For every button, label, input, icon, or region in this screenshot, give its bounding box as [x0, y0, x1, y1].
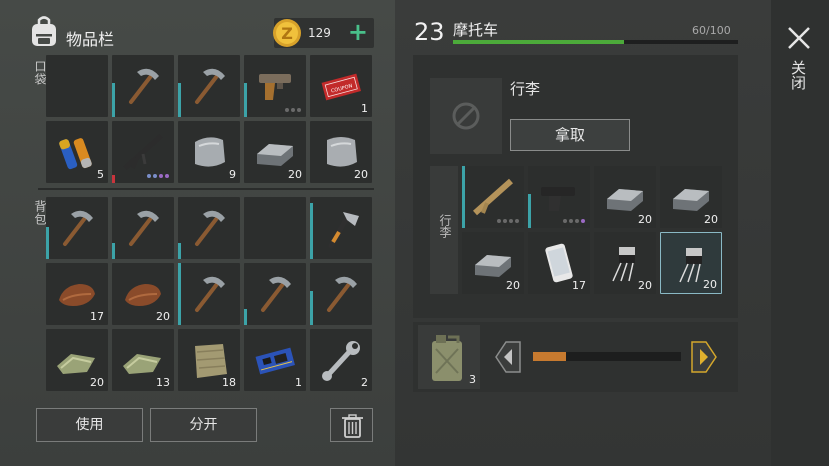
inventory-slot[interactable]	[244, 263, 306, 325]
inventory-slot[interactable]: 20	[244, 121, 306, 183]
coin-counter: Z 129 +	[273, 18, 374, 48]
fuel-qty: 3	[469, 373, 476, 386]
inventory-slot[interactable]: 9	[178, 121, 240, 183]
discard-button[interactable]	[330, 408, 373, 442]
backpack-icon	[32, 16, 56, 46]
pickaxe-icon	[129, 210, 159, 246]
coin-icon: Z	[273, 19, 301, 47]
inventory-slot[interactable]: 13	[112, 329, 174, 391]
inventory-slot[interactable]: 20	[310, 121, 372, 183]
wrench-icon	[322, 341, 360, 381]
luggage-slot[interactable]: 20	[462, 232, 524, 294]
inventory-slot[interactable]	[178, 197, 240, 259]
luggage-slot[interactable]: 20	[660, 166, 722, 228]
pistol-icon	[259, 74, 291, 100]
pickaxe-icon	[63, 210, 93, 246]
fuel-decrease-button[interactable]	[490, 338, 524, 376]
pickaxe-icon	[261, 276, 291, 312]
trash-icon	[342, 414, 363, 438]
inventory-slot[interactable]: COUPON 1	[310, 55, 372, 117]
scar-rifle-icon	[473, 178, 513, 216]
inventory-slot[interactable]	[46, 197, 108, 259]
scrap-metal-icon	[195, 137, 225, 167]
inventory-slot[interactable]: 2	[310, 329, 372, 391]
blocked-icon	[452, 102, 480, 130]
pickaxe-icon	[195, 68, 225, 104]
luggage-grid: 20 20 20 17 20 20	[462, 166, 722, 294]
pickaxe-icon	[129, 68, 159, 104]
inventory-slot[interactable]	[178, 55, 240, 117]
circuit-board-icon	[255, 347, 295, 375]
inventory-slot[interactable]: 5	[46, 121, 108, 183]
luggage-slot[interactable]	[528, 166, 590, 228]
vehicle-level: 23	[414, 18, 445, 46]
pocket-backpack-divider	[38, 188, 374, 190]
add-coins-button[interactable]: +	[348, 18, 368, 46]
luggage-slot[interactable]: 20	[660, 232, 722, 294]
inventory-slot[interactable]	[244, 197, 306, 259]
pickaxe-icon	[195, 210, 225, 246]
fuel-slot[interactable]: 3	[418, 325, 480, 389]
luggage-side-label: 行李	[438, 214, 452, 238]
inventory-slot[interactable]: 18	[178, 329, 240, 391]
hatchet-icon	[328, 211, 359, 249]
luggage-side-tab: 行李	[430, 166, 458, 294]
pickaxe-icon	[195, 276, 225, 312]
inventory-header: 物品栏 Z 129 +	[30, 16, 375, 52]
take-button[interactable]: 拿取	[510, 119, 630, 151]
close-label[interactable]: 关闭	[788, 60, 809, 90]
inventory-slot[interactable]	[112, 55, 174, 117]
vehicle-capacity-bar	[453, 40, 738, 44]
vehicle-name: 摩托车	[453, 21, 499, 39]
luggage-slot[interactable]	[462, 166, 524, 228]
pickaxe-icon	[327, 276, 357, 312]
luggage-slot-blocked	[430, 78, 502, 154]
vehicle-capacity: 60/100	[692, 24, 731, 37]
inventory-slot[interactable]	[46, 55, 108, 117]
batteries-icon	[59, 138, 92, 170]
inventory-slot[interactable]: 20	[46, 329, 108, 391]
assault-rifle-icon	[123, 134, 163, 170]
fuel-slider-fill	[533, 352, 566, 361]
inventory-slot[interactable]	[178, 263, 240, 325]
coupon-icon: COUPON	[321, 73, 361, 101]
luggage-slot[interactable]: 17	[528, 232, 590, 294]
inventory-slot[interactable]	[112, 121, 174, 183]
use-button[interactable]: 使用	[36, 408, 143, 442]
inventory-slot[interactable]	[310, 263, 372, 325]
fuel-increase-button[interactable]	[688, 338, 722, 376]
pocket-grid: COUPON 1 5 9 20 20	[46, 55, 372, 183]
inventory-slot[interactable]	[244, 55, 306, 117]
luggage-title: 行李	[510, 80, 541, 98]
coin-amount: 129	[308, 26, 331, 40]
inventory-title: 物品栏	[66, 30, 115, 49]
luggage-slot[interactable]: 20	[594, 166, 656, 228]
luggage-slot[interactable]: 20	[594, 232, 656, 294]
inventory-slot[interactable]	[310, 197, 372, 259]
inventory-slot[interactable]: 20	[112, 263, 174, 325]
backpack-grid: 17 20 20 13 18 1 2	[46, 197, 372, 391]
glock-pistol-icon	[541, 187, 575, 211]
close-icon[interactable]	[785, 24, 813, 52]
vehicle-capacity-fill	[453, 40, 624, 44]
inventory-slot[interactable]	[112, 197, 174, 259]
inventory-slot[interactable]: 17	[46, 263, 108, 325]
fuel-slider-track[interactable]	[533, 352, 681, 361]
split-button[interactable]: 分开	[150, 408, 257, 442]
svg-text:Z: Z	[281, 24, 293, 43]
inventory-slot[interactable]: 1	[244, 329, 306, 391]
